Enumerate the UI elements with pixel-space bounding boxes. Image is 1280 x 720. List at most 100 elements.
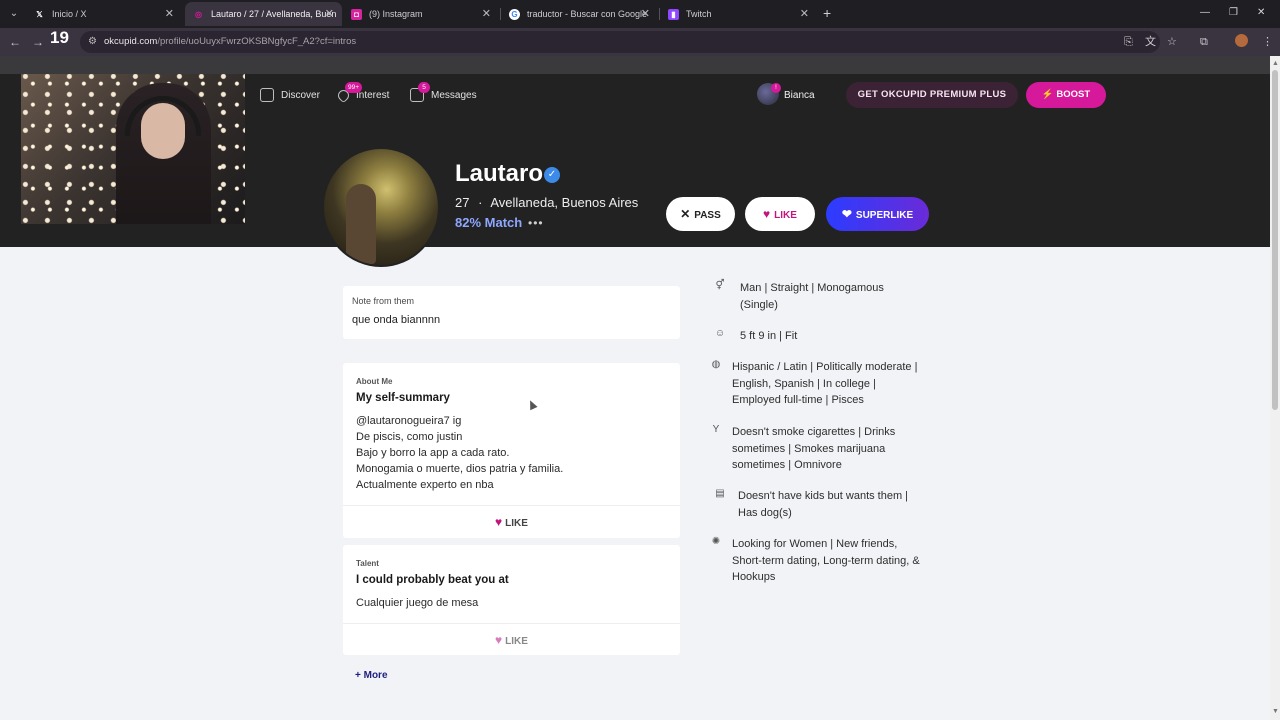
about-body: @lautaronogueira7 ig De piscis, como jus… <box>356 415 564 491</box>
window-close-icon[interactable]: ✕ <box>1257 6 1265 20</box>
tab-title: traductor - Buscar con Google <box>527 9 648 19</box>
tab-title: Inicio / X <box>52 9 87 19</box>
url-field[interactable]: ⚙ okcupid.com/profile/uoUuyxFwrzOKSBNgfy… <box>80 31 1160 53</box>
profile-separator: · <box>478 195 483 210</box>
match-percentage[interactable]: 82% Match <box>455 215 522 231</box>
tab-title: Twitch <box>686 9 712 19</box>
browser-menu-icon[interactable]: ⋮ <box>1262 35 1273 49</box>
discover-icon <box>260 88 274 103</box>
messages-badge: 5 <box>418 82 430 93</box>
about-like-label: LIKE <box>505 518 528 529</box>
okcupid-icon: ◎ <box>195 10 202 19</box>
minimize-icon[interactable]: — <box>1200 6 1210 20</box>
profile-header: Discover Interest 99+ Messages 5 ! Bianc… <box>0 74 1270 247</box>
profile-location: Avellaneda, Buenos Aires <box>490 195 639 210</box>
nav-interest[interactable]: Interest 99+ <box>335 82 389 104</box>
extensions-icon[interactable]: ⧉ <box>1200 35 1208 49</box>
user-alert-badge: ! <box>771 83 781 93</box>
note-card: Note from them que onda biannnn <box>343 286 680 339</box>
tab-google[interactable]: G traductor - Buscar con Google ✕ <box>501 2 658 26</box>
user-name[interactable]: Bianca <box>784 88 815 104</box>
note-label: Note from them <box>352 296 415 306</box>
profile-age-location: 27 · Avellaneda, Buenos Aires <box>455 195 638 211</box>
twitch-icon: ▮ <box>668 9 679 20</box>
like-button[interactable]: ♥ LIKE <box>745 197 815 231</box>
new-tab-button[interactable]: + <box>823 4 831 22</box>
talent-like-label: LIKE <box>505 636 528 647</box>
family-icon: ▤ <box>715 488 725 499</box>
pass-label: PASS <box>694 210 721 221</box>
heart-icon: ♥ <box>495 515 503 529</box>
talent-title: I could probably beat you at <box>356 574 509 586</box>
tab-twitch[interactable]: ▮ Twitch ✕ <box>660 2 817 26</box>
talent-body: Cualquier juego de mesa <box>356 597 479 609</box>
about-label: About Me <box>356 377 393 386</box>
tab-instagram[interactable]: ◘ (9) Instagram ✕ <box>343 2 499 26</box>
scroll-down-icon[interactable]: ▼ <box>1272 708 1279 715</box>
more-link[interactable]: + More <box>355 670 388 681</box>
okcupid-profile-page: Discover Interest 99+ Messages 5 ! Bianc… <box>0 74 1270 720</box>
heart-icon: ♥ <box>495 633 503 647</box>
detail-habits: Doesn't smoke cigarettes | Drinks someti… <box>732 426 896 471</box>
close-icon[interactable]: ✕ <box>325 2 334 26</box>
talent-like-button[interactable]: ♥ LIKE <box>343 633 680 647</box>
profile-age: 27 <box>455 195 470 210</box>
translate-icon[interactable]: 文 <box>1145 35 1156 49</box>
close-icon[interactable]: ✕ <box>482 2 491 26</box>
divider <box>343 505 680 506</box>
tab-search-icon[interactable]: ⌄ <box>6 6 22 22</box>
about-me-card: About Me My self-summary @lautaronogueir… <box>343 363 680 538</box>
overlay-counter: 19 <box>50 28 69 47</box>
site-info-icon[interactable]: ⚙ <box>88 36 100 48</box>
nav-discover-label: Discover <box>281 90 320 101</box>
divider <box>343 623 680 624</box>
drink-icon: Y <box>712 424 720 435</box>
superlike-button[interactable]: ❤ SUPERLIKE <box>826 197 929 231</box>
address-bar-row: ← → 19 ⚙ okcupid.com/profile/uoUuyxFwrzO… <box>0 28 1280 56</box>
tab-okcupid[interactable]: ◎ Lautaro / 27 / Avellaneda, Buen ✕ <box>185 2 342 26</box>
heart-icon: ♥ <box>763 207 771 221</box>
interest-badge: 99+ <box>345 82 363 93</box>
streamer-webcam-overlay <box>21 74 245 224</box>
tab-x[interactable]: 𝕏 Inicio / X ✕ <box>26 2 182 26</box>
talent-card: Talent I could probably beat you at Cual… <box>343 545 680 655</box>
nav-messages-label: Messages <box>431 90 477 101</box>
like-label: LIKE <box>774 210 797 221</box>
back-icon[interactable]: ← <box>9 35 21 49</box>
detail-body: 5 ft 9 in | Fit <box>740 330 798 342</box>
url-text: okcupid.com/profile/uoUuyxFwrzOKSBNgfycF… <box>104 36 356 47</box>
talent-label: Talent <box>356 559 379 568</box>
detail-background: Hispanic / Latin | Politically moderate … <box>732 361 918 406</box>
forward-icon[interactable]: → <box>32 35 44 49</box>
superlike-heart-icon: ❤ <box>841 207 852 221</box>
about-like-button[interactable]: ♥ LIKE <box>343 515 680 529</box>
pass-button[interactable]: ✕ PASS <box>666 197 735 231</box>
bookmarks-bar <box>0 56 1280 74</box>
boost-button[interactable]: ⚡ BOOST <box>1026 82 1106 108</box>
premium-plus-button[interactable]: GET OKCUPID PREMIUM PLUS <box>846 82 1018 108</box>
more-options-icon[interactable]: ••• <box>528 215 544 231</box>
profile-photo[interactable] <box>322 147 440 267</box>
superlike-label: SUPERLIKE <box>855 210 914 221</box>
detail-basics: Man | Straight | Monogamous (Single) <box>740 282 884 311</box>
detail-family: Doesn't have kids but wants them | Has d… <box>738 490 909 519</box>
close-icon[interactable]: ✕ <box>641 2 650 26</box>
x-logo-icon: 𝕏 <box>36 10 43 19</box>
x-icon: ✕ <box>680 207 691 221</box>
bookmark-star-icon[interactable]: ☆ <box>1167 35 1177 49</box>
scroll-up-icon[interactable]: ▲ <box>1272 60 1279 67</box>
restore-icon[interactable]: ❐ <box>1229 6 1238 20</box>
close-icon[interactable]: ✕ <box>165 2 174 26</box>
note-text: que onda biannnn <box>352 314 441 326</box>
nav-messages[interactable]: Messages 5 <box>410 82 477 104</box>
close-icon[interactable]: ✕ <box>800 2 809 26</box>
browser-profile-avatar[interactable] <box>1235 34 1248 47</box>
url-host: okcupid.com <box>104 36 158 47</box>
google-icon: G <box>509 9 520 20</box>
scroll-thumb[interactable] <box>1272 70 1278 410</box>
nav-discover[interactable]: Discover <box>260 88 320 104</box>
verified-check-icon: ✓ <box>544 167 560 183</box>
install-app-icon[interactable]: ⎘ <box>1124 35 1133 49</box>
about-title: My self-summary <box>356 392 450 404</box>
url-path: /profile/uoUuyxFwrzOKSBNgfycF_A2?cf=intr… <box>157 36 357 47</box>
